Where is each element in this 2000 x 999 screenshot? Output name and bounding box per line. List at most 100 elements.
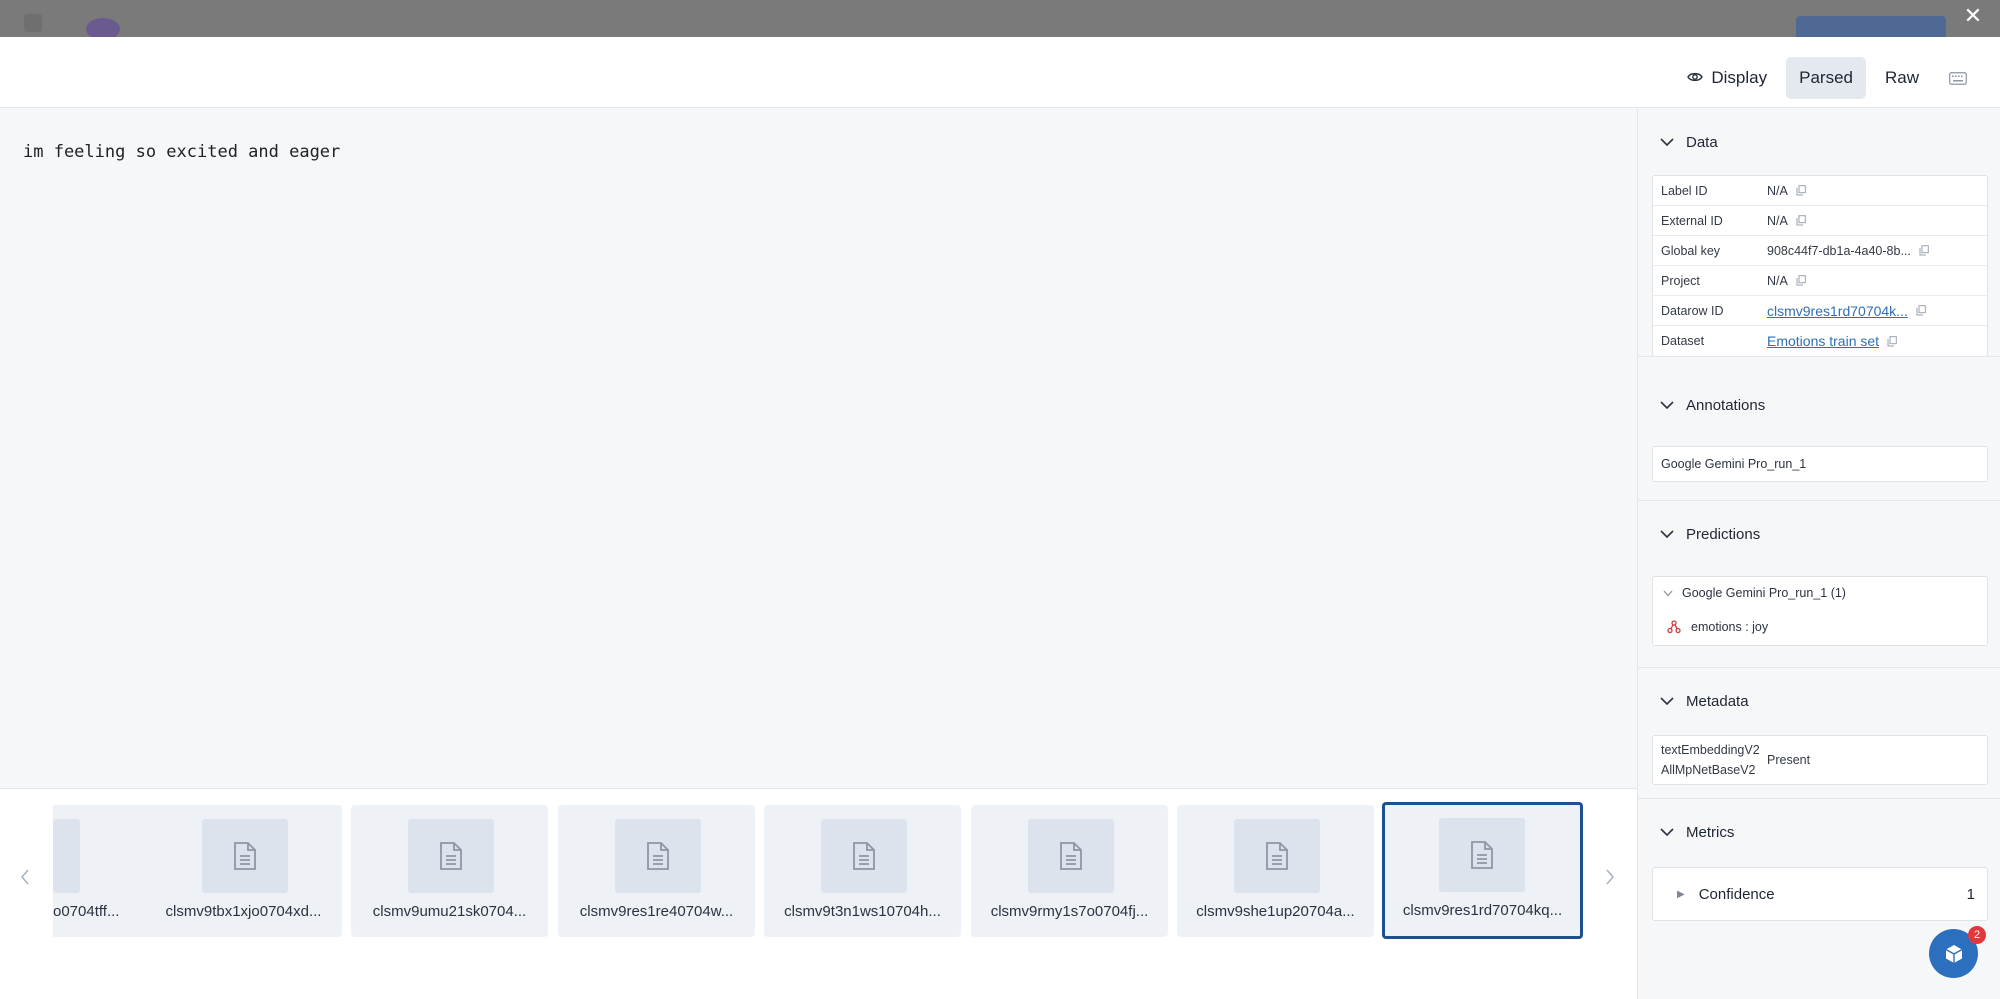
thumb-label: clsmv9umu21sk0704... xyxy=(372,903,527,920)
filmstrip-thumb[interactable]: clsmv9tbx1xjo0704xd... xyxy=(145,805,342,937)
section-divider xyxy=(1638,798,2000,799)
section-divider xyxy=(1638,356,2000,357)
classification-icon xyxy=(1667,620,1681,634)
display-button[interactable]: Display xyxy=(1674,57,1780,99)
display-label: Display xyxy=(1711,68,1768,87)
chevron-down-icon xyxy=(1663,590,1673,596)
details-sidebar: Data Label ID N/A External ID N/A Global… xyxy=(1637,109,2000,999)
copy-icon[interactable] xyxy=(1916,305,1926,316)
data-row-text: im feeling so excited and eager xyxy=(23,142,341,162)
chevron-left-icon xyxy=(20,869,29,885)
thumb-label: clsmv9she1up20704a... xyxy=(1196,903,1355,920)
chevron-down-icon xyxy=(1660,137,1674,146)
metadata-table: textEmbeddingV2 AllMpNetBaseV2 Present xyxy=(1652,735,1988,785)
file-icon xyxy=(1439,818,1525,892)
metadata-section-toggle[interactable]: Metadata xyxy=(1660,688,1749,714)
thumb-label: clsmv9tbx1xjo0704xd... xyxy=(165,903,322,920)
predictions-section-toggle[interactable]: Predictions xyxy=(1660,521,1760,547)
file-icon xyxy=(821,819,907,893)
external-id-row: External ID N/A xyxy=(1653,206,1987,236)
filmstrip-thumb-selected[interactable]: clsmv9res1rd70704kq... xyxy=(1382,802,1583,939)
keyboard-shortcuts-button[interactable] xyxy=(1938,57,1978,99)
modal-backdrop[interactable]: ✕ xyxy=(0,0,2000,40)
kv-key: Datarow ID xyxy=(1661,303,1724,318)
filmstrip-thumb[interactable]: clsmv9umu21sk0704... xyxy=(351,805,548,937)
prediction-item[interactable]: emotions : joy xyxy=(1653,609,1987,645)
chevron-down-icon xyxy=(1660,827,1674,836)
dataset-row: Dataset Emotions train set xyxy=(1653,326,1987,356)
confidence-value: 1 xyxy=(1966,885,1975,903)
caret-right-icon: ▶ xyxy=(1677,888,1685,900)
prediction-label: emotions : joy xyxy=(1691,620,1769,634)
data-row-content: im feeling so excited and eager xyxy=(0,109,1637,788)
data-table: Label ID N/A External ID N/A Global key … xyxy=(1652,175,1988,357)
thumb-label: clsmv9res1re40704w... xyxy=(579,903,734,920)
kv-value: 908c44f7-db1a-4a40-8b... xyxy=(1767,243,1911,258)
project-row: Project N/A xyxy=(1653,266,1987,296)
metadata-key-line1: textEmbeddingV2 xyxy=(1661,743,1760,757)
raw-label: Raw xyxy=(1884,68,1919,87)
data-section-toggle[interactable]: Data xyxy=(1660,129,1718,155)
copy-icon[interactable] xyxy=(1887,335,1897,347)
metadata-row: textEmbeddingV2 AllMpNetBaseV2 Present xyxy=(1653,736,1987,784)
data-row-modal: Display Parsed Raw im feeling so excited… xyxy=(0,37,2000,999)
copy-icon[interactable] xyxy=(1796,215,1806,226)
metrics-section-title: Metrics xyxy=(1686,823,1735,841)
file-icon xyxy=(408,819,494,893)
thumb-label: clsmv9rmy1s7o0704fj... xyxy=(990,903,1149,920)
datarow-id-link[interactable]: clsmv9res1rd70704k... xyxy=(1767,303,1908,319)
section-divider xyxy=(1638,500,2000,501)
annotations-section-toggle[interactable]: Annotations xyxy=(1660,392,1765,418)
chevron-down-icon xyxy=(1660,400,1674,409)
thumb-label: clsmv9t3n1ws10704h... xyxy=(784,903,941,920)
parsed-button[interactable]: Parsed xyxy=(1786,57,1866,99)
view-toolbar: Display Parsed Raw xyxy=(0,37,2000,108)
file-icon xyxy=(202,819,288,893)
kv-value: N/A xyxy=(1767,213,1788,228)
filmstrip-next-button[interactable] xyxy=(1595,857,1625,897)
copy-icon[interactable] xyxy=(1919,245,1929,256)
copy-icon[interactable] xyxy=(1796,185,1806,196)
filmstrip-prev-button[interactable] xyxy=(10,857,40,897)
copy-icon[interactable] xyxy=(1796,275,1806,286)
kv-key: Label ID xyxy=(1661,183,1708,198)
metadata-key-line2: AllMpNetBaseV2 xyxy=(1661,763,1756,777)
annotations-section-title: Annotations xyxy=(1686,396,1766,414)
filmstrip-thumb[interactable]: clsmv9res1re40704w... xyxy=(558,805,755,937)
kv-value: N/A xyxy=(1767,273,1788,288)
kv-key: Global key xyxy=(1661,243,1721,258)
raw-button[interactable]: Raw xyxy=(1872,57,1932,99)
file-icon xyxy=(615,819,701,893)
metrics-box: ▶ Confidence 1 xyxy=(1652,867,1988,921)
metadata-section-title: Metadata xyxy=(1686,692,1749,710)
filmstrip-thumb[interactable]: clsmv9t3n1ws10704h... xyxy=(764,805,961,937)
metadata-value: Present xyxy=(1767,753,1811,767)
file-icon xyxy=(53,819,80,893)
section-divider xyxy=(1638,667,2000,668)
kv-value: N/A xyxy=(1767,183,1788,198)
file-icon xyxy=(1234,819,1320,893)
backdrop-icon xyxy=(24,14,42,32)
prediction-group-toggle[interactable]: Google Gemini Pro_run_1 (1) xyxy=(1653,577,1987,609)
filmstrip-thumb[interactable]: clsmv9she1up20704a... xyxy=(1177,805,1374,937)
metrics-section-toggle[interactable]: Metrics xyxy=(1660,819,1734,845)
label-id-row: Label ID N/A xyxy=(1653,176,1987,206)
annotation-label: Google Gemini Pro_run_1 xyxy=(1661,457,1807,471)
dataset-link[interactable]: Emotions train set xyxy=(1767,333,1879,349)
keyboard-icon xyxy=(1949,71,1967,85)
filmstrip-thumb[interactable]: clsmv9rmy1s7o0704fj... xyxy=(971,805,1168,937)
confidence-label: Confidence xyxy=(1698,885,1775,903)
notification-badge: 2 xyxy=(1968,926,1986,944)
prediction-group-label: Google Gemini Pro_run_1 (1) xyxy=(1682,586,1846,600)
file-icon xyxy=(1028,819,1114,893)
kv-key: Project xyxy=(1661,273,1700,288)
annotation-item[interactable]: Google Gemini Pro_run_1 xyxy=(1652,446,1988,482)
close-modal-button[interactable]: ✕ xyxy=(1960,3,1986,29)
global-key-row: Global key 908c44f7-db1a-4a40-8b... xyxy=(1653,236,1987,266)
metadata-key: textEmbeddingV2 AllMpNetBaseV2 xyxy=(1653,740,1767,780)
eye-icon xyxy=(1687,68,1704,88)
thumb-label: clsmv9res1rd70704kq... xyxy=(1402,902,1563,919)
kv-key: Dataset xyxy=(1661,334,1705,348)
data-section-title: Data xyxy=(1686,133,1718,151)
confidence-row[interactable]: ▶ Confidence 1 xyxy=(1653,868,1987,920)
